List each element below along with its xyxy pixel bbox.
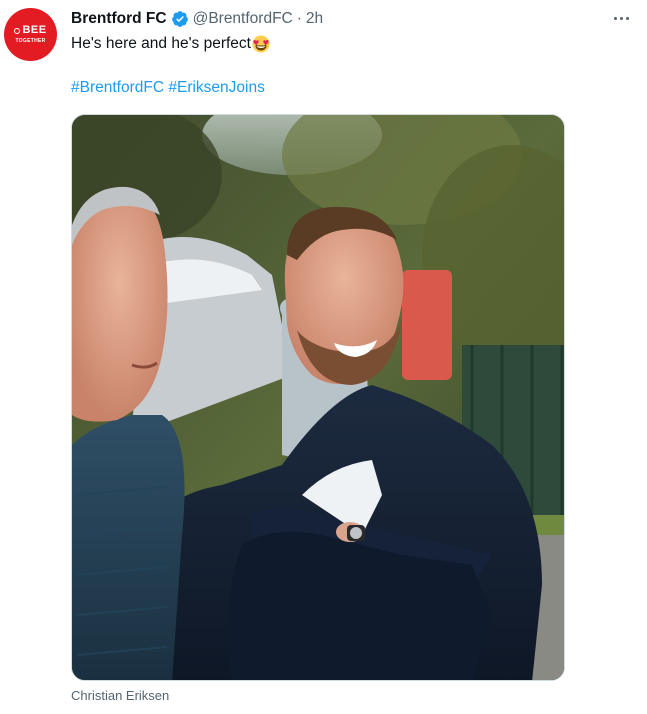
hashtag-brentfordfc[interactable]: #BrentfordFC [71, 79, 164, 96]
avatar-line1: BEE [22, 24, 47, 36]
more-horizontal-icon[interactable] [609, 8, 633, 28]
hashtags: #BrentfordFC #EriksenJoins [71, 78, 265, 98]
tweet-header: Brentford FC @BrentfordFC · 2h [71, 9, 323, 29]
photo-caption: Christian Eriksen [71, 688, 170, 703]
tweet-text: He's here and he's perfect [71, 34, 270, 54]
hashtag-eriksenjoins[interactable]: #EriksenJoins [168, 79, 265, 96]
tweet-text-content: He's here and he's perfect [71, 35, 251, 52]
verified-badge-icon [171, 11, 188, 27]
tweet-photo[interactable] [71, 114, 565, 681]
author-handle[interactable]: @BrentfordFC [193, 9, 293, 29]
avatar-line2: TOGETHER [15, 38, 46, 44]
author-name[interactable]: Brentford FC [71, 9, 167, 29]
bee-icon [14, 27, 21, 34]
tweet: BEE TOGETHER Brentford FC @BrentfordFC ·… [0, 0, 647, 714]
tweet-timestamp[interactable]: 2h [306, 9, 323, 29]
header-separator: · [296, 10, 302, 27]
heart-eyes-emoji-icon [252, 35, 270, 53]
photo-illustration [72, 115, 564, 680]
avatar-logo: BEE [14, 25, 46, 36]
avatar[interactable]: BEE TOGETHER [4, 8, 57, 61]
